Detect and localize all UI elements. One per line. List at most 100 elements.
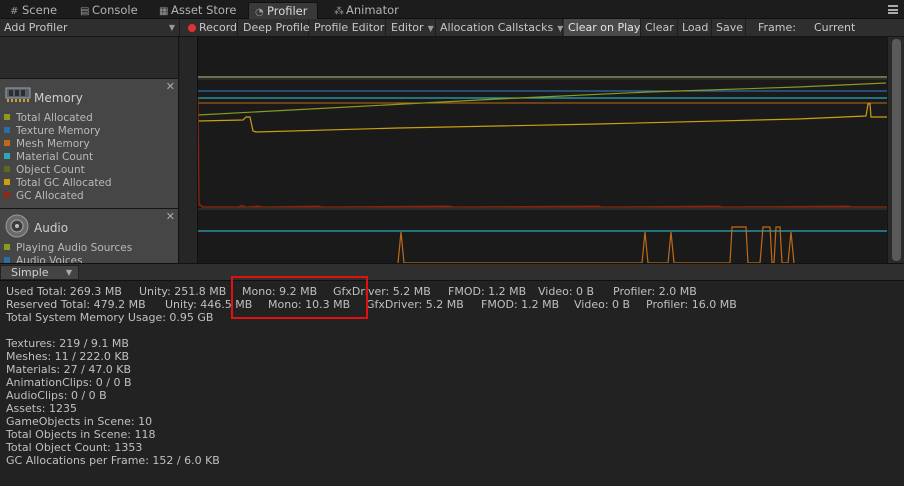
close-icon[interactable]: ✕ [166, 80, 175, 93]
legend-swatch [4, 166, 10, 172]
chevron-down-icon: ▼ [557, 24, 564, 33]
legend-label: Total GC Allocated [16, 177, 112, 189]
frame-label: Frame: [754, 19, 804, 36]
used-fmod: FMOD: 1.2 MB [448, 285, 527, 298]
memory-chip-icon [5, 87, 31, 102]
legend-gc-allocated[interactable]: GC Allocated [4, 190, 84, 202]
chart-scroll-thumb[interactable] [892, 39, 901, 261]
tab-profiler[interactable]: ◔ Profiler [248, 2, 318, 19]
gc-allocated-line [198, 96, 887, 208]
legend-object-count[interactable]: Object Count [4, 164, 85, 176]
gc-allocated-noise [237, 204, 854, 208]
save-button[interactable]: Save [712, 19, 746, 36]
profiler-chart-area[interactable] [180, 37, 904, 263]
profile-editor-button[interactable]: Profile Editor [310, 19, 386, 36]
used-memory-row: Used Total: 269.3 MB Unity: 251.8 MB Mon… [6, 285, 896, 298]
profiler-module-list: ✕ Memory Total Allocated Texture Memory … [0, 37, 179, 263]
animator-icon: ⁂ [334, 6, 344, 17]
legend-material-count[interactable]: Material Count [4, 151, 93, 163]
editor-tab-bar: # Scene ▤ Console ▦ Asset Store ◔ Profiler ⁂… [0, 0, 904, 19]
chart-scrollbar[interactable] [887, 37, 904, 263]
module-list-header [0, 37, 178, 79]
legend-swatch [4, 244, 10, 250]
allocation-callstacks-label: Allocation Callstacks [440, 21, 554, 34]
legend-swatch [4, 140, 10, 146]
chart-gutter [180, 37, 198, 263]
frame-current-button[interactable]: Current [810, 19, 870, 36]
detail-mode-label: Simple [11, 266, 49, 279]
legend-label: Playing Audio Sources [16, 242, 133, 254]
reserved-profiler: Profiler: 16.0 MB [646, 298, 737, 311]
stat-textures: Textures: 219 / 9.1 MB [6, 337, 129, 350]
frame-value: Current [814, 21, 856, 34]
system-memory-usage: Total System Memory Usage: 0.95 GB [6, 311, 214, 324]
load-button[interactable]: Load [678, 19, 712, 36]
close-icon[interactable]: ✕ [166, 210, 175, 223]
stat-meshes: Meshes: 11 / 222.0 KB [6, 350, 130, 363]
tab-asset-store[interactable]: ▦ Asset Store [153, 2, 237, 19]
legend-label: Object Count [16, 164, 85, 176]
save-label: Save [716, 21, 744, 34]
clear-on-play-toggle[interactable]: Clear on Play [564, 19, 641, 36]
total-allocated-line [198, 82, 887, 116]
used-unity: Unity: 251.8 MB [139, 285, 227, 298]
tab-console[interactable]: ▤ Console [74, 2, 138, 19]
profiler-graphs [198, 76, 887, 263]
used-total: Used Total: 269.3 MB [6, 285, 122, 298]
reserved-video: Video: 0 B [574, 298, 631, 311]
legend-total-allocated[interactable]: Total Allocated [4, 112, 93, 124]
playing-audio-sources-line [397, 226, 795, 263]
detail-mode-dropdown[interactable]: Simple ▼ [0, 265, 79, 280]
tab-animator[interactable]: ⁂ Animator [328, 2, 399, 19]
add-profiler-dropdown[interactable]: Add Profiler ▼ [0, 19, 180, 36]
record-button[interactable]: Record [184, 19, 238, 36]
chevron-down-icon: ▼ [427, 24, 434, 33]
reserved-gfxdriver: GfxDriver: 5.2 MB [366, 298, 464, 311]
allocation-callstacks-dropdown[interactable]: Allocation Callstacks ▼ [436, 19, 563, 36]
chevron-down-icon: ▼ [65, 268, 72, 277]
tab-label: Profiler [267, 4, 308, 18]
deep-profile-button[interactable]: Deep Profile [239, 19, 310, 36]
legend-total-gc-allocated[interactable]: Total GC Allocated [4, 177, 112, 189]
memory-module-title: Memory [34, 91, 83, 105]
clear-label: Clear [645, 21, 674, 34]
reserved-fmod: FMOD: 1.2 MB [481, 298, 560, 311]
legend-mesh-memory[interactable]: Mesh Memory [4, 138, 90, 150]
tab-label: Asset Store [171, 3, 237, 17]
tab-label: Console [92, 3, 138, 17]
legend-label: Texture Memory [16, 125, 101, 137]
stat-audio-clips: AudioClips: 0 / 0 B [6, 389, 107, 402]
window-menu-icon[interactable] [888, 5, 898, 14]
reserved-memory-row: Reserved Total: 479.2 MB Unity: 446.5 MB… [6, 298, 896, 311]
tab-label: Animator [346, 3, 399, 17]
legend-label: Total Allocated [16, 112, 93, 124]
clear-button[interactable]: Clear [641, 19, 678, 36]
legend-swatch [4, 153, 10, 159]
legend-label: Material Count [16, 151, 94, 163]
legend-audio-voices[interactable]: Audio Voices [4, 255, 83, 263]
memory-stats-panel: Used Total: 269.3 MB Unity: 251.8 MB Mon… [0, 276, 904, 486]
legend-swatch [4, 179, 10, 185]
reserved-total: Reserved Total: 479.2 MB [6, 298, 146, 311]
deep-profile-label: Deep Profile [243, 21, 310, 34]
legend-texture-memory[interactable]: Texture Memory [4, 125, 100, 137]
speaker-icon [5, 214, 29, 238]
profiler-toolbar: Add Profiler ▼ Record Deep Profile Profi… [0, 19, 904, 37]
legend-swatch [4, 127, 10, 133]
add-profiler-label: Add Profiler [4, 21, 68, 34]
stat-animation-clips: AnimationClips: 0 / 0 B [6, 376, 132, 389]
legend-swatch [4, 114, 10, 120]
stat-gameobjects-in-scene: GameObjects in Scene: 10 [6, 415, 153, 428]
memory-module[interactable]: ✕ Memory Total Allocated Texture Memory … [0, 79, 178, 209]
legend-playing-audio-sources[interactable]: Playing Audio Sources [4, 242, 132, 254]
frame-label-text: Frame: [758, 21, 796, 34]
clear-on-play-label: Clear on Play [568, 21, 641, 34]
legend-label: Audio Voices [16, 255, 83, 263]
tab-label: Scene [22, 3, 58, 17]
legend-label: Mesh Memory [16, 138, 90, 150]
audio-module-title: Audio [34, 221, 69, 235]
audio-module[interactable]: ✕ Audio Playing Audio Sources Audio Voic… [0, 209, 178, 263]
tab-scene[interactable]: # Scene [4, 2, 57, 19]
editor-dropdown[interactable]: Editor ▼ [387, 19, 436, 36]
profile-editor-label: Profile Editor [314, 21, 385, 34]
